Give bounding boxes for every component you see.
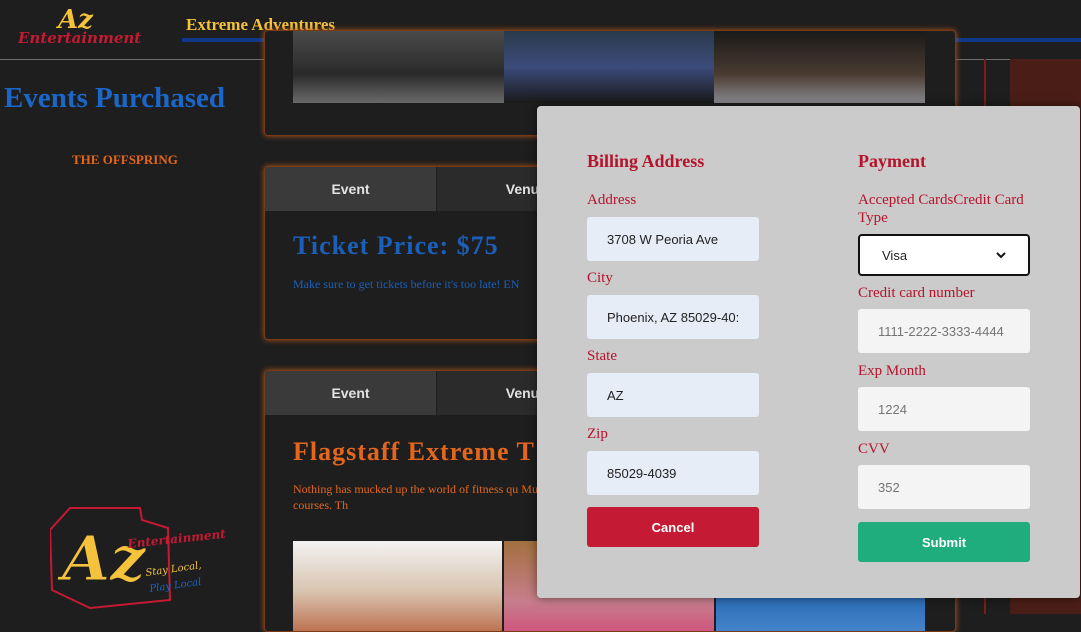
exp-month-label: Exp Month (858, 363, 926, 379)
az-bottom-logo: Az Entertainment Stay Local, Play Local (50, 507, 227, 610)
city-input[interactable] (587, 295, 759, 339)
card-type-select[interactable]: Visa (858, 234, 1030, 276)
events-purchased-title: Events Purchased (4, 82, 226, 114)
zip-input[interactable] (587, 451, 759, 495)
event-photo-strip (293, 31, 926, 103)
card-number-label: Credit card number (858, 285, 975, 301)
zip-label: Zip (587, 426, 608, 442)
event-photo (714, 31, 926, 103)
sidebar-item-the-offspring[interactable]: THE OFFSPRING (72, 152, 178, 168)
svg-text:Az: Az (57, 522, 147, 595)
submit-button[interactable]: Submit (858, 522, 1030, 562)
exp-month-input[interactable] (858, 387, 1030, 431)
svg-text:Stay Local,: Stay Local, (145, 560, 202, 579)
city-label: City (587, 270, 613, 286)
state-input[interactable] (587, 373, 759, 417)
svg-text:Play Local: Play Local (148, 577, 202, 595)
billing-address-title: Billing Address (587, 151, 705, 171)
chevron-down-icon (996, 252, 1006, 259)
az-entertainment-logo[interactable]: Az Entertainment (18, 4, 173, 46)
tab-event[interactable]: Event (265, 371, 437, 415)
event-photo (293, 31, 504, 103)
checkout-modal: Billing Address Address City State Zip C… (537, 106, 1080, 598)
tab-event[interactable]: Event (265, 167, 437, 211)
cancel-button[interactable]: Cancel (587, 507, 759, 547)
cvv-input[interactable] (858, 465, 1030, 509)
state-label: State (587, 348, 617, 364)
event-heading: Flagstaff Extreme T (293, 437, 535, 466)
event-photo (293, 541, 503, 631)
card-type-value: Visa (882, 247, 908, 263)
ticket-price-heading: Ticket Price: $75 (293, 231, 499, 260)
card-type-label: Accepted CardsCredit Card Type (858, 192, 1024, 226)
address-input[interactable] (587, 217, 759, 261)
ticket-description: Make sure to get tickets before it's too… (293, 277, 520, 291)
event-photo (503, 31, 715, 103)
cvv-label: CVV (858, 441, 890, 457)
card-number-input[interactable] (858, 309, 1030, 353)
svg-text:Entertainment: Entertainment (18, 29, 141, 46)
address-label: Address (587, 192, 637, 208)
payment-title: Payment (858, 151, 926, 171)
